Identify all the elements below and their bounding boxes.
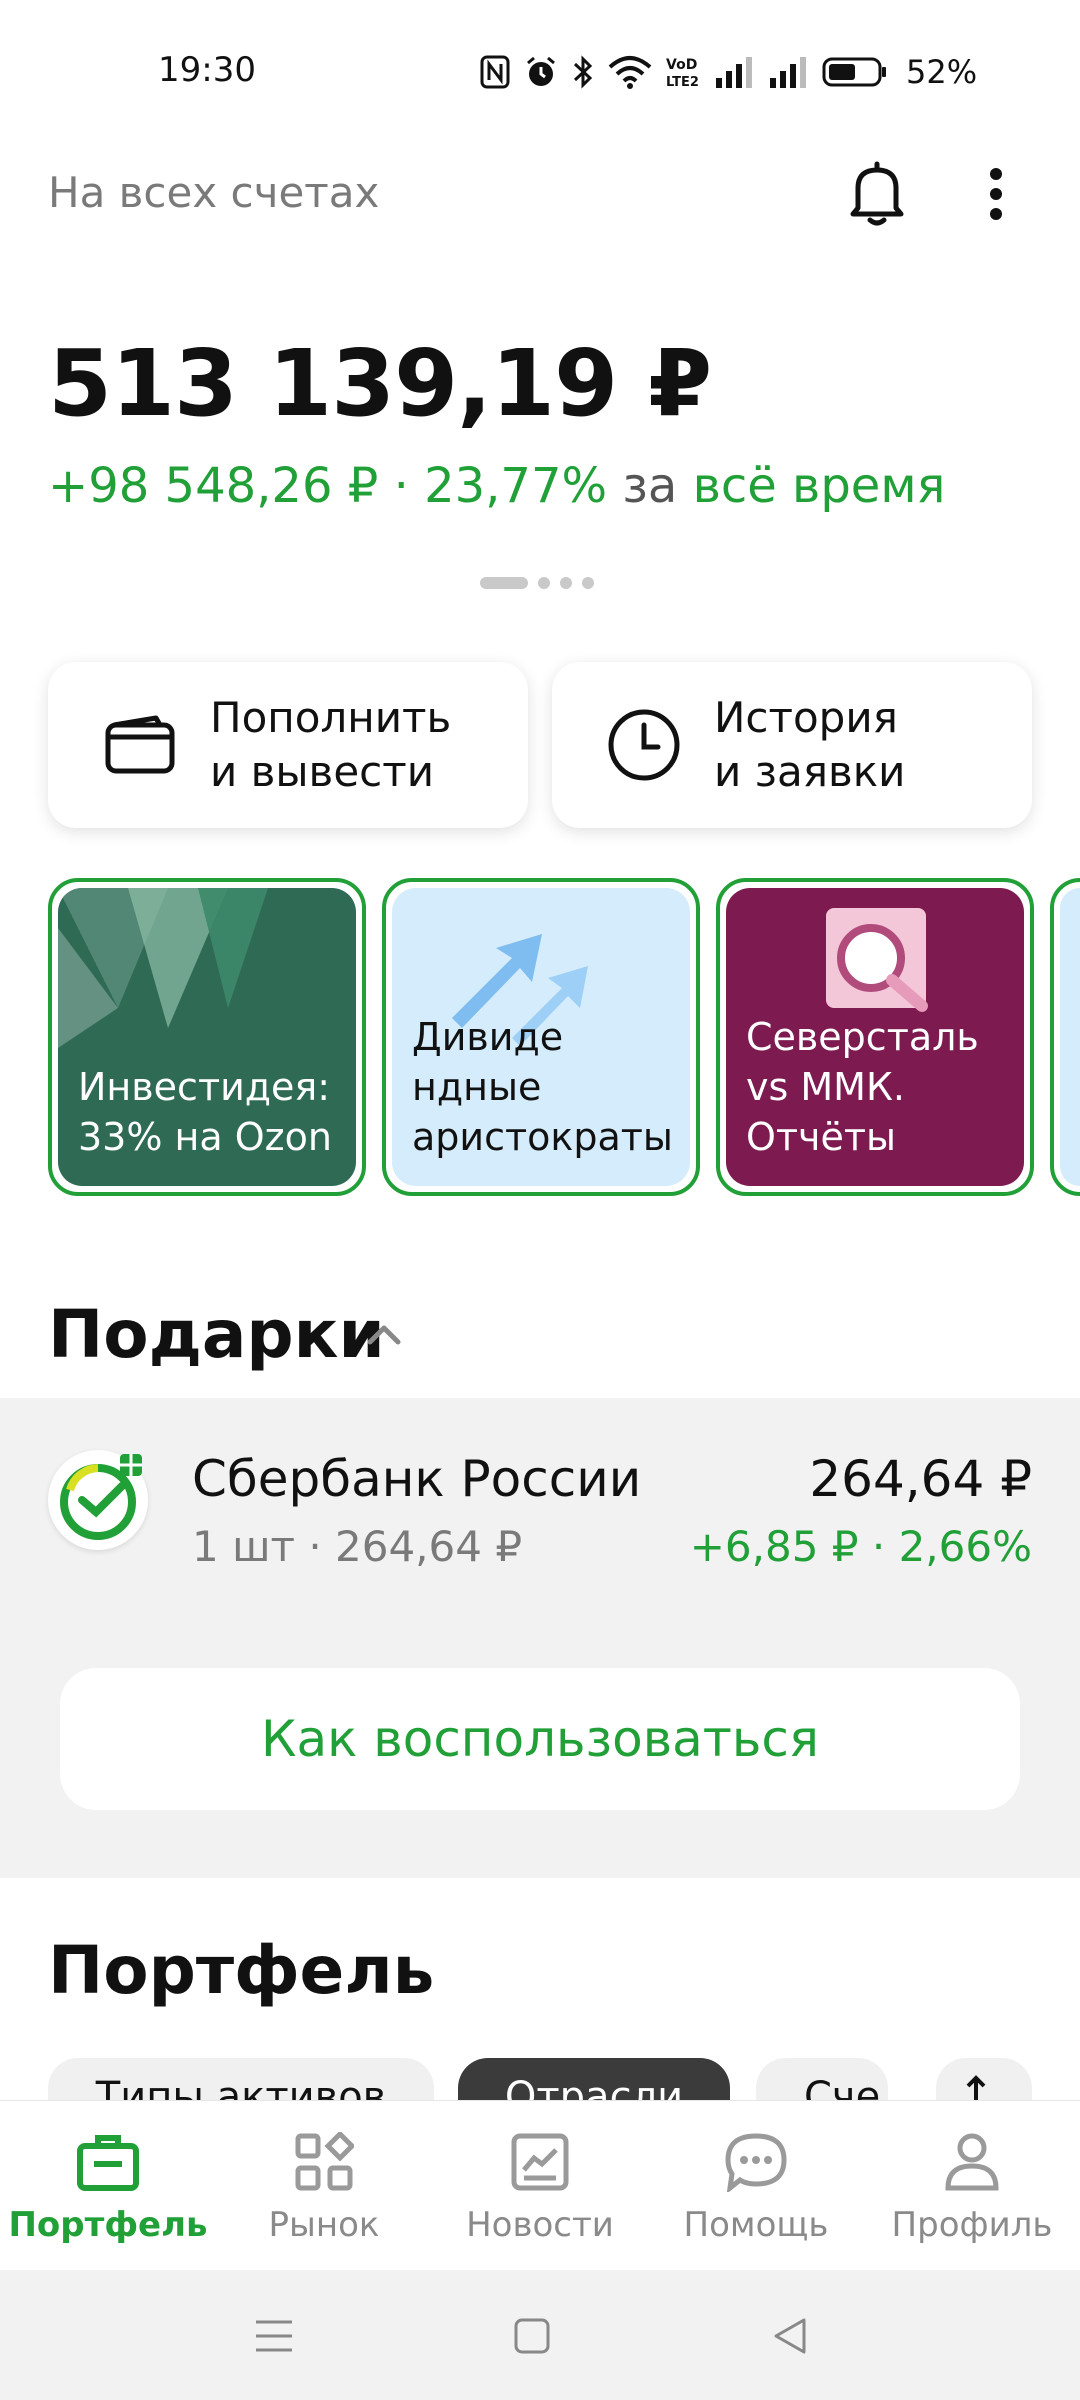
chevron-up-icon [367, 1325, 401, 1345]
notifications-button[interactable] [848, 160, 906, 228]
more-menu-button[interactable] [978, 160, 1014, 228]
story-card[interactable] [1050, 878, 1080, 1196]
pager-dot [582, 577, 594, 589]
nav-label: Рынок [268, 2205, 380, 2245]
gift-row-sberbank[interactable]: Сбербанк России 1 шт · 264,64 ₽ 264,64 ₽… [0, 1398, 1080, 1571]
bell-icon [850, 161, 904, 226]
chip-accounts[interactable]: Сче [756, 2058, 888, 2102]
page-title: На всех счетах [48, 168, 380, 217]
volte-icon: VoD LTE2 [666, 55, 700, 89]
chat-icon [721, 2127, 791, 2197]
home-button[interactable] [502, 2306, 562, 2366]
story-text: Дивиде ндные аристократы [412, 1015, 673, 1159]
pager-dot [538, 577, 550, 589]
clock-icon [604, 705, 684, 785]
home-square-icon [514, 2318, 550, 2354]
nav-profile[interactable]: Профиль [864, 2101, 1080, 2271]
battery-percent: 52% [906, 53, 978, 91]
portfolio-filter-chips: Типы активов Отрасли Сче [0, 2058, 1080, 2102]
signal-icon [714, 56, 754, 88]
briefcase-icon [73, 2127, 143, 2197]
status-time: 19:30 [158, 50, 256, 90]
gifts-panel: Сбербанк России 1 шт · 264,64 ₽ 264,64 ₽… [0, 1398, 1080, 1878]
nav-label: Профиль [891, 2205, 1053, 2245]
how-to-use-button[interactable]: Как воспользоваться [60, 1668, 1020, 1810]
more-vertical-icon [990, 168, 1002, 220]
story-card[interactable]: Дивиде ндные аристократы [382, 878, 700, 1196]
back-button[interactable] [760, 2306, 820, 2366]
signal-icon [768, 56, 808, 88]
story-text: Северсталь vs ММК. Отчёты [746, 1015, 979, 1159]
gift-price: 264,64 ₽ [809, 1450, 1032, 1508]
gain-period[interactable]: всё время [693, 458, 946, 514]
bluetooth-icon [572, 54, 594, 90]
person-icon [937, 2127, 1007, 2197]
nfc-icon [480, 55, 510, 89]
nav-label: Новости [466, 2205, 614, 2245]
gain-prefix: за [622, 458, 678, 514]
story-card[interactable]: Инвестидея: 33% на Ozon [48, 878, 366, 1196]
deposit-withdraw-button[interactable]: Пополнить и вывести [48, 662, 528, 828]
bottom-navigation: Портфель Рынок Новости Помощь Профиль [0, 2100, 1080, 2270]
news-chart-icon [505, 2127, 575, 2197]
history-orders-label: История и заявки [714, 693, 906, 796]
nav-portfolio[interactable]: Портфель [0, 2101, 216, 2271]
chip-sectors[interactable]: Отрасли [458, 2058, 730, 2102]
pager-dot [560, 577, 572, 589]
svg-text:LTE2: LTE2 [666, 75, 699, 89]
sort-icon [966, 2075, 986, 2102]
nav-label: Помощь [683, 2205, 829, 2245]
chip-asset-types[interactable]: Типы активов [48, 2058, 434, 2102]
status-bar: 19:30 VoD LTE2 52% [0, 0, 1080, 140]
status-icons: VoD LTE2 52% [480, 50, 977, 94]
story-image [1060, 888, 1080, 1186]
sberbank-logo [48, 1450, 148, 1550]
recent-apps-button[interactable] [244, 2306, 304, 2366]
back-triangle-icon [774, 2318, 806, 2354]
nav-market[interactable]: Рынок [216, 2101, 432, 2271]
pager-dot-active [480, 577, 528, 589]
story-image: Дивиде ндные аристократы [392, 888, 690, 1186]
nav-help[interactable]: Помощь [648, 2101, 864, 2271]
svg-text:VoD: VoD [666, 57, 697, 73]
history-orders-button[interactable]: История и заявки [552, 662, 1032, 828]
gift-change: +6,85 ₽ · 2,66% [689, 1522, 1032, 1571]
gifts-title[interactable]: Подарки [48, 1296, 385, 1373]
system-navigation-bar [0, 2270, 1080, 2400]
battery-icon [822, 56, 888, 88]
gift-qty: 1 шт · 264,64 ₽ [192, 1522, 523, 1571]
wifi-icon [608, 55, 652, 89]
total-gain: +98 548,26 ₽ · 23,77% за всё время [48, 458, 945, 514]
menu-lines-icon [256, 2320, 292, 2352]
wallet-icon [100, 705, 180, 785]
total-balance: 513 139,19 ₽ [48, 330, 712, 437]
story-card[interactable]: Северсталь vs ММК. Отчёты [716, 878, 1034, 1196]
story-text: Инвестидея: 33% на Ozon [78, 1065, 332, 1159]
deposit-withdraw-label: Пополнить и вывести [210, 693, 452, 796]
collapse-gifts-button[interactable] [364, 1320, 404, 1350]
nav-news[interactable]: Новости [432, 2101, 648, 2271]
grid-icon [289, 2127, 359, 2197]
gift-name: Сбербанк России [192, 1450, 642, 1508]
nav-label: Портфель [8, 2205, 208, 2245]
gain-value: +98 548,26 ₽ · 23,77% [48, 458, 608, 514]
alarm-icon [524, 55, 558, 89]
story-image: Северсталь vs ММК. Отчёты [726, 888, 1024, 1186]
portfolio-title: Портфель [48, 1932, 435, 2009]
story-image: Инвестидея: 33% на Ozon [58, 888, 356, 1186]
sort-button[interactable] [936, 2058, 1032, 2102]
balance-pager[interactable] [480, 576, 594, 590]
